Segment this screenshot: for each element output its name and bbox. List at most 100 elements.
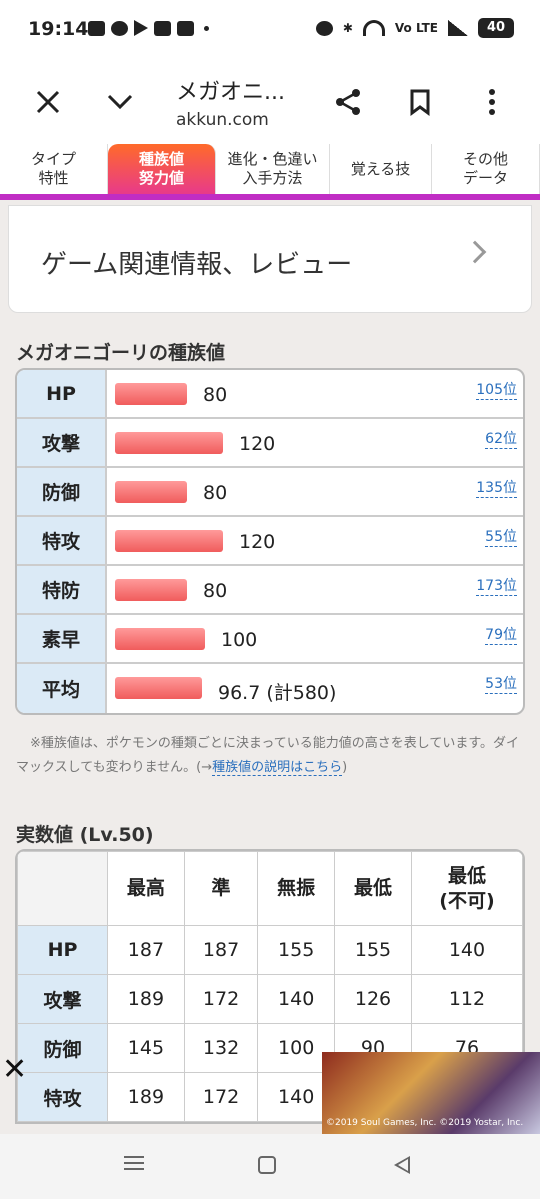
column-header: 最高 bbox=[107, 851, 185, 926]
youtube-icon-2 bbox=[177, 20, 194, 36]
stat-rank-link[interactable]: 62位 bbox=[485, 431, 517, 449]
stat-bar bbox=[115, 530, 223, 552]
back-icon[interactable] bbox=[394, 1156, 410, 1174]
tab-moves[interactable]: 覚える技 bbox=[330, 144, 432, 194]
stat-label: 特防 bbox=[17, 566, 107, 613]
column-header: 最低 bbox=[334, 851, 412, 926]
stat-value: 80 bbox=[203, 580, 228, 602]
home-icon[interactable] bbox=[258, 1156, 276, 1174]
stat-value: 96.7 (計580) bbox=[218, 682, 337, 704]
table-cell: 189 bbox=[107, 974, 185, 1024]
more-notifications-icon bbox=[204, 25, 209, 31]
stat-row: 特防 80 173位 bbox=[17, 566, 523, 615]
stat-row: 攻撃 120 62位 bbox=[17, 419, 523, 468]
bookmark-icon[interactable] bbox=[400, 82, 440, 122]
section-tabs: タイプ 特性 種族値 努力値 進化・色違い 入手方法 覚える技 その他 データ bbox=[0, 144, 540, 200]
tab-evolution[interactable]: 進化・色違い 入手方法 bbox=[216, 144, 330, 194]
system-icons: ✱ Vo LTE 40 bbox=[315, 18, 514, 38]
stat-rank-link[interactable]: 173位 bbox=[476, 578, 517, 596]
stat-value: 120 bbox=[239, 531, 276, 553]
discord-icon bbox=[88, 20, 105, 36]
stat-value: 120 bbox=[239, 433, 276, 455]
table-cell: 132 bbox=[183, 1023, 259, 1073]
table-cell: 189 bbox=[107, 1072, 185, 1122]
stat-value: 80 bbox=[203, 482, 228, 504]
stat-bar bbox=[115, 677, 202, 699]
stat-label: 平均 bbox=[17, 664, 107, 713]
browser-toolbar: メガオニ... akkun.com bbox=[0, 62, 540, 144]
stat-bar bbox=[115, 383, 187, 405]
column-header: 最低 (不可) bbox=[410, 851, 523, 926]
table-cell: 187 bbox=[183, 925, 259, 975]
volte-label: Vo LTE bbox=[394, 21, 438, 35]
chevron-right-icon bbox=[463, 240, 487, 264]
system-nav-bar bbox=[0, 1134, 540, 1199]
stat-rank-link[interactable]: 135位 bbox=[476, 480, 517, 498]
stat-rank-link[interactable]: 105位 bbox=[476, 382, 517, 400]
more-options-icon[interactable] bbox=[472, 82, 512, 122]
stat-label: 素早 bbox=[17, 615, 107, 662]
page-title[interactable]: メガオニ... bbox=[176, 74, 285, 106]
ad-close-icon[interactable]: ✕ bbox=[2, 1052, 27, 1087]
notification-icons bbox=[88, 20, 209, 36]
stat-label: 防御 bbox=[17, 468, 107, 515]
row-label: 特攻 bbox=[17, 1072, 108, 1122]
alarm-icon bbox=[315, 20, 333, 36]
base-stats-note: ※種族値は、ポケモンの種類ごとに決まっている能力値の高さを表しています。ダイマッ… bbox=[16, 736, 520, 776]
base-stats-help-link[interactable]: 種族値の説明はこちら bbox=[212, 760, 343, 776]
chevron-down-icon[interactable] bbox=[100, 82, 140, 122]
play-store-icon bbox=[134, 20, 148, 36]
table-cell: 172 bbox=[183, 974, 259, 1024]
stat-rank-link[interactable]: 55位 bbox=[485, 529, 517, 547]
base-stats-table: HP 80 105位 攻撃 120 62位 防御 80 135位 特攻 120 55位 … bbox=[15, 368, 525, 715]
column-header: 準 bbox=[183, 851, 259, 926]
table-cell: 145 bbox=[107, 1023, 185, 1073]
recent-apps-icon[interactable] bbox=[124, 1156, 144, 1170]
table-row: HP 187 187 155 155 140 bbox=[17, 925, 523, 975]
tab-type-ability[interactable]: タイプ 特性 bbox=[0, 144, 108, 194]
real-stats-title: 実数値 (Lv.50) bbox=[16, 824, 154, 846]
close-icon[interactable] bbox=[28, 82, 68, 122]
stat-row: 特攻 120 55位 bbox=[17, 517, 523, 566]
signal-icon bbox=[448, 20, 468, 36]
table-cell: 112 bbox=[410, 974, 523, 1024]
table-cell: 155 bbox=[257, 925, 336, 975]
stat-row: HP 80 105位 bbox=[17, 370, 523, 419]
stat-row: 素早 100 79位 bbox=[17, 615, 523, 664]
status-bar: 19:14 ✱ Vo LTE 40 bbox=[0, 0, 540, 62]
table-cell: 140 bbox=[410, 925, 523, 975]
table-cell: 126 bbox=[334, 974, 412, 1024]
table-cell: 155 bbox=[334, 925, 412, 975]
stat-rank-link[interactable]: 79位 bbox=[485, 627, 517, 645]
row-label: 防御 bbox=[17, 1023, 108, 1073]
stat-bar bbox=[115, 432, 223, 454]
status-time: 19:14 bbox=[28, 18, 89, 40]
stat-label: HP bbox=[17, 370, 107, 417]
share-icon[interactable] bbox=[328, 82, 368, 122]
table-cell: 140 bbox=[257, 974, 336, 1024]
stat-row: 平均 96.7 (計580) 53位 bbox=[17, 664, 523, 713]
stat-row: 防御 80 135位 bbox=[17, 468, 523, 517]
stat-value: 100 bbox=[221, 629, 258, 651]
facebook-icon bbox=[111, 20, 128, 36]
ad-caption: ©2019 Soul Games, Inc. ©2019 Yostar, Inc… bbox=[326, 1118, 524, 1128]
stat-value: 80 bbox=[203, 384, 228, 406]
table-cell: 172 bbox=[183, 1072, 259, 1122]
review-link-label: ゲーム関連情報、レビュー bbox=[41, 250, 353, 280]
tab-other-data[interactable]: その他 データ bbox=[432, 144, 540, 194]
stat-bar bbox=[115, 579, 187, 601]
column-header: 無振 bbox=[257, 851, 336, 926]
page-url[interactable]: akkun.com bbox=[176, 110, 269, 130]
bluetooth-icon: ✱ bbox=[342, 21, 353, 35]
review-link-card[interactable]: ゲーム関連情報、レビュー bbox=[8, 205, 532, 313]
table-row: 攻撃 189 172 140 126 112 bbox=[17, 974, 523, 1024]
stat-rank-link[interactable]: 53位 bbox=[485, 676, 517, 694]
stat-bar bbox=[115, 481, 187, 503]
row-label: 攻撃 bbox=[17, 974, 108, 1024]
stat-bar bbox=[115, 628, 205, 650]
wifi-icon bbox=[362, 20, 385, 36]
table-corner bbox=[17, 851, 108, 926]
row-label: HP bbox=[17, 925, 108, 975]
tab-base-stats[interactable]: 種族値 努力値 bbox=[108, 144, 216, 194]
battery-icon: 40 bbox=[478, 18, 514, 38]
